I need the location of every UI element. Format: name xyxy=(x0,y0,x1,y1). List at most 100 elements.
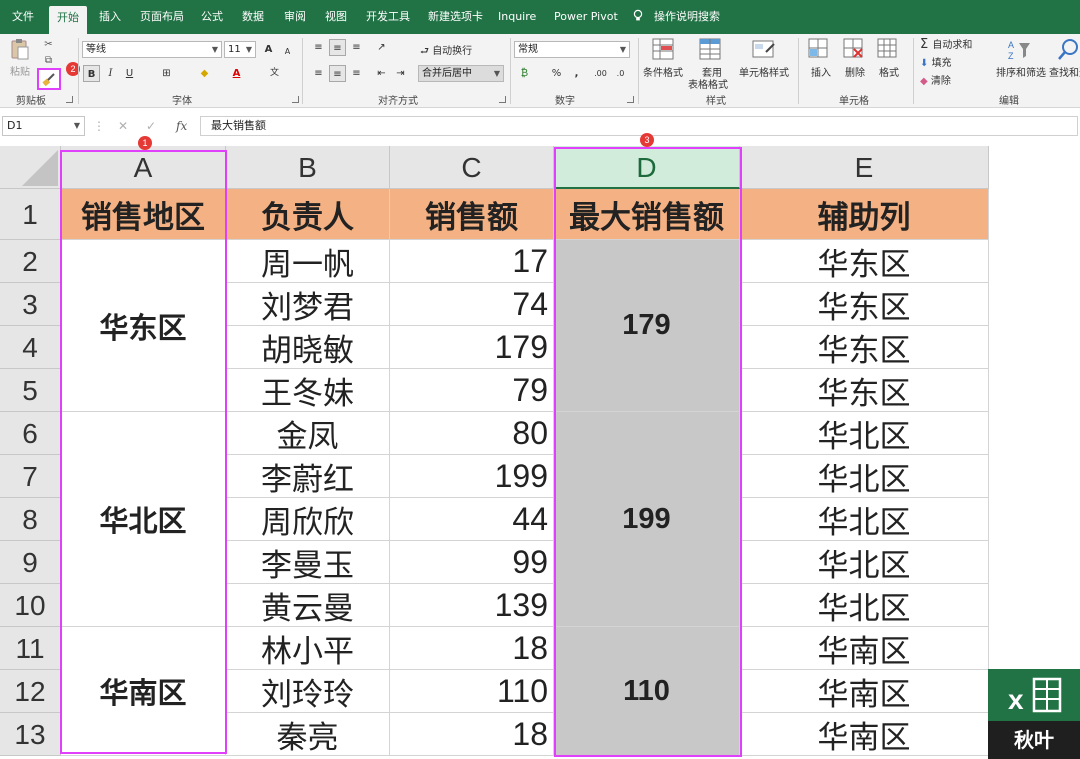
row-header[interactable]: 8 xyxy=(0,498,61,541)
row-header[interactable]: 5 xyxy=(0,369,61,412)
helper-cell[interactable]: 华南区 xyxy=(740,627,989,670)
header-cell-helper[interactable]: 辅助列 xyxy=(740,189,989,240)
align-center-icon[interactable]: ≡ xyxy=(329,65,346,82)
sales-cell[interactable]: 99 xyxy=(390,541,554,584)
align-right-icon[interactable]: ≡ xyxy=(348,65,365,82)
header-cell-region[interactable]: 销售地区 xyxy=(61,189,226,240)
row-header[interactable]: 10 xyxy=(0,584,61,627)
find-select-icon[interactable] xyxy=(1058,38,1080,64)
sales-cell[interactable]: 199 xyxy=(390,455,554,498)
sales-cell[interactable]: 17 xyxy=(390,240,554,283)
column-header-e[interactable]: E xyxy=(740,146,989,189)
region-cell-north[interactable]: 华北区 xyxy=(61,412,226,627)
font-name-select[interactable]: 等线 ▼ xyxy=(82,41,222,58)
align-left-icon[interactable]: ≡ xyxy=(310,65,327,82)
tab-file[interactable]: 文件 xyxy=(12,0,34,34)
bold-button[interactable]: B xyxy=(83,65,100,82)
copy-icon[interactable]: ⧉ xyxy=(40,52,57,69)
percent-style-icon[interactable]: % xyxy=(548,65,565,82)
helper-cell[interactable]: 华北区 xyxy=(740,455,989,498)
sales-cell[interactable]: 80 xyxy=(390,412,554,455)
cell-styles-icon[interactable] xyxy=(752,38,778,64)
person-cell[interactable]: 胡晓敏 xyxy=(226,326,390,369)
person-cell[interactable]: 林小平 xyxy=(226,627,390,670)
helper-cell[interactable]: 华东区 xyxy=(740,326,989,369)
tab-data[interactable]: 数据 xyxy=(242,0,264,34)
tab-formulas[interactable]: 公式 xyxy=(201,0,223,34)
header-cell-sales[interactable]: 销售额 xyxy=(390,189,554,240)
merge-center-button[interactable]: 合并后居中 ▼ xyxy=(418,65,504,82)
helper-cell[interactable]: 华北区 xyxy=(740,412,989,455)
sales-cell[interactable]: 18 xyxy=(390,627,554,670)
helper-cell[interactable]: 华南区 xyxy=(740,713,989,756)
name-box[interactable]: D1 ▼ xyxy=(2,116,85,136)
helper-cell[interactable]: 华北区 xyxy=(740,584,989,627)
tab-home[interactable]: 开始 xyxy=(49,6,87,34)
fill-color-icon[interactable]: ◆ xyxy=(196,65,213,82)
header-cell-person[interactable]: 负责人 xyxy=(226,189,390,240)
decrease-decimal-icon[interactable]: .0 xyxy=(612,65,629,82)
sort-filter-icon[interactable]: AZ xyxy=(1007,38,1033,64)
person-cell[interactable]: 周欣欣 xyxy=(226,498,390,541)
column-header-d[interactable]: D xyxy=(554,146,740,189)
align-bottom-icon[interactable]: ≡ xyxy=(348,39,365,56)
wrap-text-button[interactable]: ⮐ 自动换行 xyxy=(420,42,472,61)
row-header[interactable]: 13 xyxy=(0,713,61,756)
row-header[interactable]: 4 xyxy=(0,326,61,369)
accounting-format-icon[interactable]: ₿ xyxy=(516,65,533,82)
helper-cell[interactable]: 华东区 xyxy=(740,240,989,283)
row-header[interactable]: 12 xyxy=(0,670,61,713)
align-top-icon[interactable]: ≡ xyxy=(310,39,327,56)
header-cell-max-sales[interactable]: 最大销售额 xyxy=(554,189,740,240)
font-size-select[interactable]: 11 ▼ xyxy=(224,41,256,58)
helper-cell[interactable]: 华北区 xyxy=(740,498,989,541)
person-cell[interactable]: 黄云曼 xyxy=(226,584,390,627)
italic-button[interactable]: I xyxy=(102,65,119,82)
sales-cell[interactable]: 139 xyxy=(390,584,554,627)
delete-cells-icon[interactable] xyxy=(843,38,869,64)
phonetic-icon[interactable]: 文 xyxy=(266,65,283,82)
tab-view[interactable]: 视图 xyxy=(325,0,347,34)
autosum-button[interactable]: Σ 自动求和 xyxy=(920,36,972,52)
tab-page-layout[interactable]: 页面布局 xyxy=(140,0,184,34)
person-cell[interactable]: 李曼玉 xyxy=(226,541,390,584)
person-cell[interactable]: 周一帆 xyxy=(226,240,390,283)
helper-cell[interactable]: 华东区 xyxy=(740,283,989,326)
select-all-corner[interactable] xyxy=(0,146,61,189)
person-cell[interactable]: 秦亮 xyxy=(226,713,390,756)
increase-indent-icon[interactable]: ⇥ xyxy=(392,65,409,82)
tab-inquire[interactable]: Inquire xyxy=(498,0,536,34)
decrease-indent-icon[interactable]: ⇤ xyxy=(373,65,390,82)
tab-developer[interactable]: 开发工具 xyxy=(366,0,410,34)
person-cell[interactable]: 刘梦君 xyxy=(226,283,390,326)
cut-icon[interactable]: ✂ xyxy=(40,36,57,53)
sales-cell[interactable]: 110 xyxy=(390,670,554,713)
helper-cell[interactable]: 华东区 xyxy=(740,369,989,412)
align-middle-icon[interactable]: ≡ xyxy=(329,39,346,56)
row-header[interactable]: 9 xyxy=(0,541,61,584)
tab-insert[interactable]: 插入 xyxy=(99,0,121,34)
sales-cell[interactable]: 44 xyxy=(390,498,554,541)
region-cell-east[interactable]: 华东区 xyxy=(61,240,226,412)
more-icon[interactable]: ⋮ xyxy=(93,116,105,136)
max-sales-cell-east[interactable]: 179 xyxy=(554,240,740,412)
fill-button[interactable]: ⬇ 填充 xyxy=(920,54,952,69)
tab-review[interactable]: 审阅 xyxy=(284,0,306,34)
insert-function-icon[interactable]: fx xyxy=(176,116,187,136)
max-sales-cell-south[interactable]: 110 xyxy=(554,627,740,756)
grow-font-icon[interactable]: A xyxy=(260,41,277,58)
sales-cell[interactable]: 18 xyxy=(390,713,554,756)
person-cell[interactable]: 王冬妹 xyxy=(226,369,390,412)
column-header-c[interactable]: C xyxy=(390,146,554,189)
region-cell-south[interactable]: 华南区 xyxy=(61,627,226,756)
underline-button[interactable]: U xyxy=(121,65,138,82)
helper-cell[interactable]: 华北区 xyxy=(740,541,989,584)
person-cell[interactable]: 金凤 xyxy=(226,412,390,455)
row-header[interactable]: 3 xyxy=(0,283,61,326)
person-cell[interactable]: 李蔚红 xyxy=(226,455,390,498)
row-header[interactable]: 7 xyxy=(0,455,61,498)
format-as-table-icon[interactable] xyxy=(699,38,725,64)
row-header[interactable]: 2 xyxy=(0,240,61,283)
number-launcher-icon[interactable] xyxy=(627,96,634,103)
row-header[interactable]: 1 xyxy=(0,189,61,240)
